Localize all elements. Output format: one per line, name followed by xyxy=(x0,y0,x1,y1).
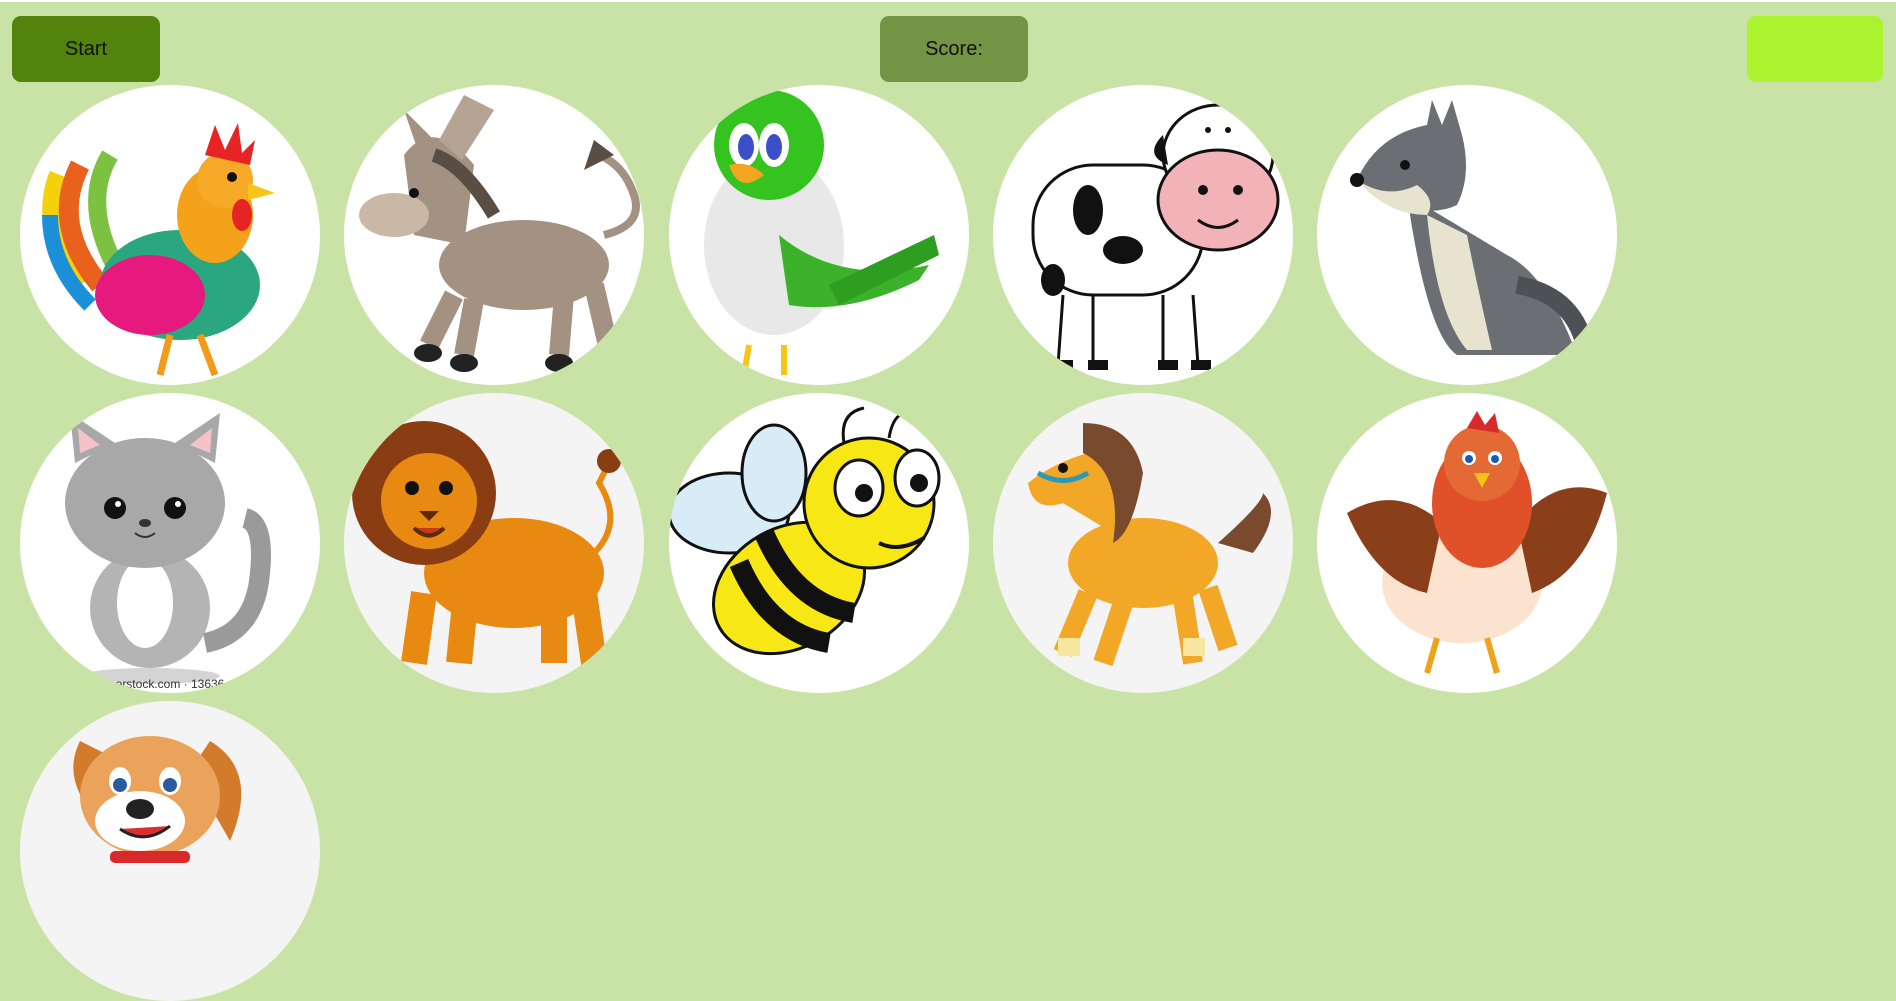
card-bee[interactable] xyxy=(669,393,969,693)
horse-icon xyxy=(1028,423,1271,667)
card-cow[interactable] xyxy=(993,85,1293,385)
watermark-text: erstock.com · 13636 xyxy=(115,677,225,691)
card-wolf[interactable] xyxy=(1317,85,1617,385)
card-donkey[interactable] xyxy=(344,85,644,385)
dog-icon xyxy=(73,736,242,863)
animal-card-grid: erstock.com · 13636 xyxy=(0,0,1896,1001)
cow-icon xyxy=(1031,103,1280,370)
hen-icon xyxy=(1347,411,1607,674)
cat-icon xyxy=(65,413,271,684)
card-dog[interactable] xyxy=(20,701,320,1001)
donkey-icon xyxy=(359,95,640,372)
rooster-icon xyxy=(42,123,275,377)
wolf-icon xyxy=(1350,100,1596,357)
card-rooster[interactable] xyxy=(20,85,320,385)
bee-icon xyxy=(669,406,941,656)
card-lion[interactable] xyxy=(344,393,644,693)
card-parrot[interactable] xyxy=(669,85,969,385)
card-hen[interactable] xyxy=(1317,393,1617,693)
lion-icon xyxy=(352,421,621,665)
card-cat[interactable]: erstock.com · 13636 xyxy=(20,393,320,693)
card-horse[interactable] xyxy=(993,393,1293,693)
parrot-icon xyxy=(704,90,939,376)
